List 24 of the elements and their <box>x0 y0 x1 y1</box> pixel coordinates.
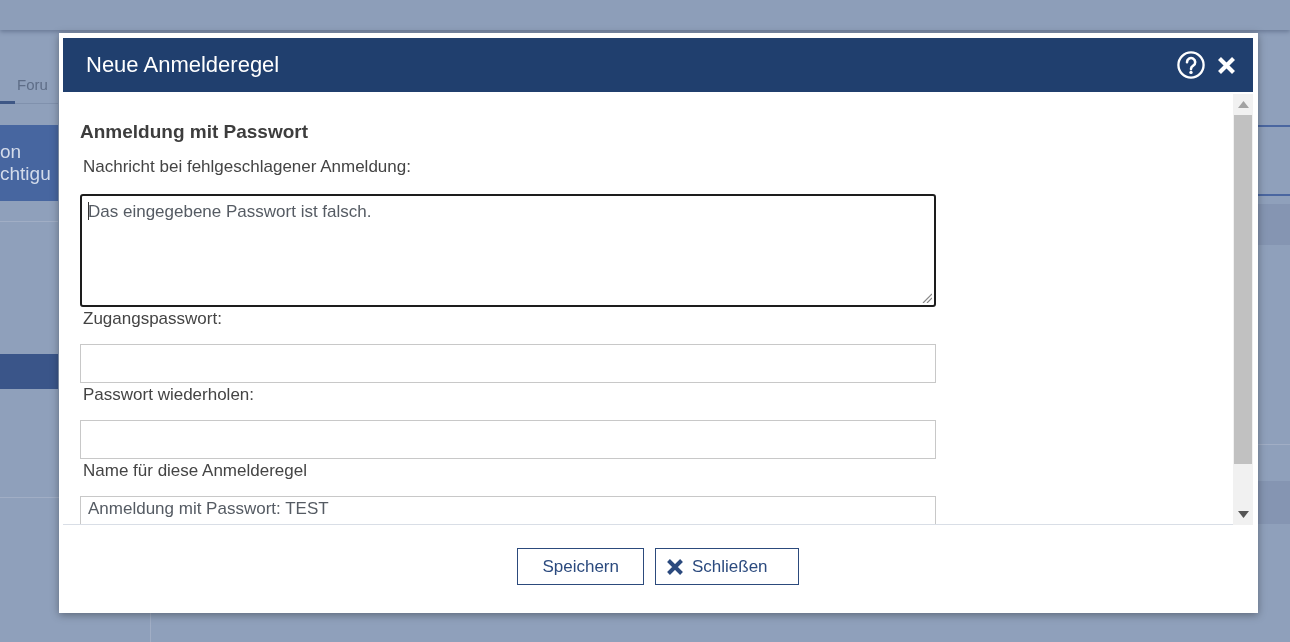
text-cursor <box>88 202 89 220</box>
close-icon <box>665 557 684 576</box>
highlight-bar <box>0 354 58 389</box>
banner-text: chtigu <box>0 163 52 185</box>
textarea-field[interactable]: Das eingegebene Passwort ist falsch. <box>80 194 936 307</box>
scrollbar-thumb[interactable] <box>1234 115 1252 464</box>
section-heading: Anmeldung mit Passwort <box>80 120 309 144</box>
input-field[interactable] <box>80 420 936 459</box>
field-label: Name für diese Anmelderegel <box>83 460 307 482</box>
scrollbar[interactable] <box>1233 94 1253 525</box>
scroll-up-arrow-icon[interactable] <box>1237 101 1249 108</box>
input-field[interactable]: Anmeldung mit Passwort: TEST <box>80 496 936 524</box>
close-button[interactable]: Schließen <box>654 548 799 585</box>
close-icon[interactable] <box>1217 55 1236 75</box>
field-label: Passwort wiederholen: <box>83 384 255 406</box>
field-label: Nachricht bei fehlgeschlagener Anmeldung: <box>83 156 411 178</box>
scroll-down-arrow-icon[interactable] <box>1237 511 1249 518</box>
banner-text: on <box>0 141 23 163</box>
input-field[interactable] <box>80 344 936 383</box>
help-icon[interactable] <box>1177 51 1205 79</box>
field-label: Zugangspasswort: <box>83 308 222 330</box>
resize-grip-icon[interactable] <box>922 293 932 303</box>
save-button[interactable]: Speichern <box>517 548 644 585</box>
dialog-title: Neue Anmelderegel <box>86 52 281 78</box>
